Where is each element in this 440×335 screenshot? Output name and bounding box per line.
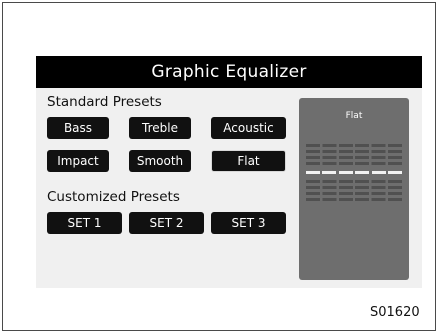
equalizer-display-panel: Flat xyxy=(299,98,409,280)
customized-presets-label: Customized Presets xyxy=(47,189,180,205)
preset-bass-button[interactable]: Bass xyxy=(47,117,109,139)
eq-band-5-level[interactable] xyxy=(371,171,386,174)
standard-presets-label: Standard Presets xyxy=(47,94,162,110)
eq-band-3-level[interactable] xyxy=(338,171,353,174)
eq-grid-row xyxy=(306,198,402,201)
custom-set-3-button[interactable]: SET 3 xyxy=(211,212,286,234)
eq-preset-name: Flat xyxy=(345,111,363,121)
eq-grid-row xyxy=(306,192,402,195)
graphic-equalizer-screen: Graphic Equalizer Standard Presets Bass … xyxy=(36,56,422,288)
custom-set-2-button[interactable]: SET 2 xyxy=(129,212,204,234)
screen-title: Graphic Equalizer xyxy=(36,56,422,88)
eq-grid-row xyxy=(306,150,402,153)
preset-treble-button[interactable]: Treble xyxy=(129,117,191,139)
preset-acoustic-button[interactable]: Acoustic xyxy=(211,117,286,139)
custom-set-1-button[interactable]: SET 1 xyxy=(47,212,122,234)
eq-band-4-level[interactable] xyxy=(355,171,370,174)
eq-grid-row xyxy=(306,144,402,147)
figure-code: S01620 xyxy=(370,305,420,320)
eq-grid-row xyxy=(306,156,402,159)
preset-smooth-button[interactable]: Smooth xyxy=(129,150,191,172)
eq-band-grid xyxy=(306,142,402,204)
eq-band-1-level[interactable] xyxy=(306,171,320,174)
preset-impact-button[interactable]: Impact xyxy=(47,150,109,172)
eq-grid-row xyxy=(306,186,402,189)
eq-band-6-level[interactable] xyxy=(388,171,402,174)
eq-band-2-level[interactable] xyxy=(322,171,337,174)
eq-grid-row xyxy=(306,180,402,183)
eq-grid-row xyxy=(306,162,402,165)
preset-flat-button[interactable]: Flat xyxy=(211,150,286,172)
